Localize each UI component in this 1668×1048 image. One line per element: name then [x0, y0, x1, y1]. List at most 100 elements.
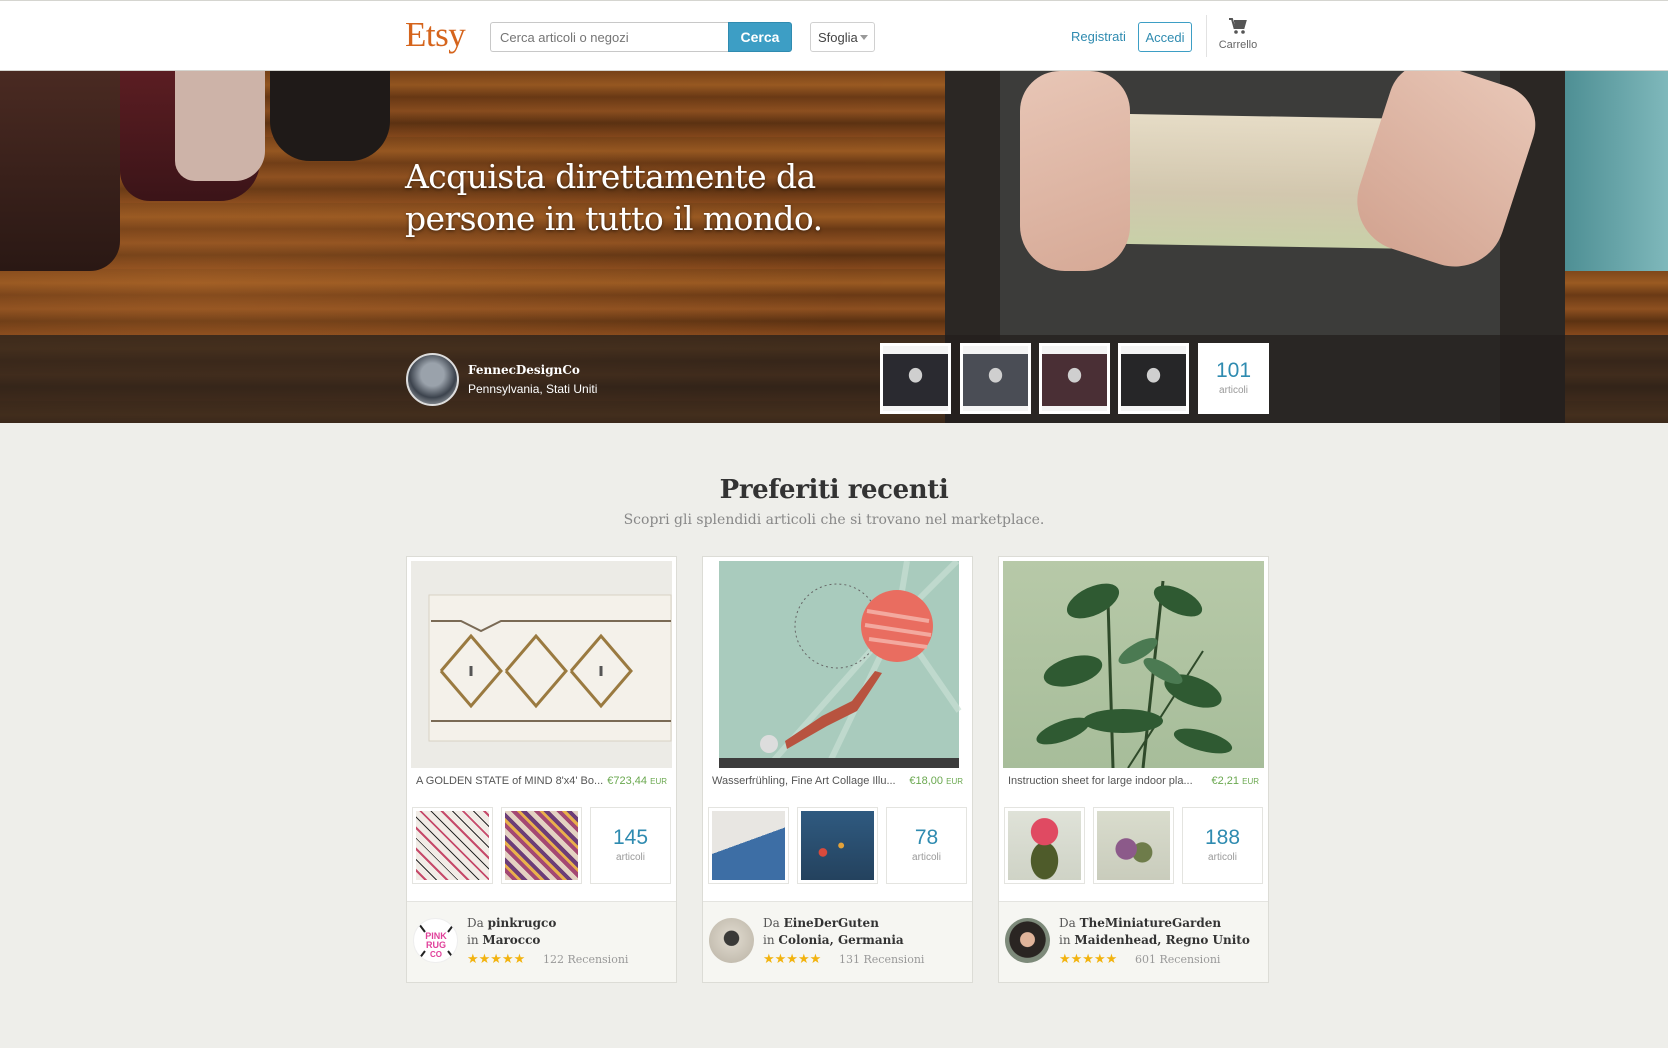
review-count[interactable]: 122 Recensioni — [543, 953, 628, 966]
shop-info: Da EineDerGuten in Colonia, Germania ★★★… — [703, 901, 972, 982]
price-value: €723,44 — [607, 775, 648, 787]
shop-name[interactable]: TheMiniatureGarden — [1080, 916, 1222, 930]
item-title[interactable]: Instruction sheet for large indoor pla..… — [1008, 775, 1196, 787]
header-divider — [1206, 15, 1207, 57]
star-rating-icon: ★★★★★ — [1059, 951, 1118, 966]
review-count[interactable]: 131 Recensioni — [839, 953, 924, 966]
shop-item-thumb[interactable] — [1004, 807, 1085, 884]
seller-location: Pennsylvania, Stati Uniti — [468, 382, 598, 396]
hero-fabric — [0, 71, 120, 271]
rug-thumb-image — [416, 811, 489, 880]
shop-item-count[interactable]: 78 articoli — [886, 807, 967, 884]
cart-icon — [1229, 18, 1247, 34]
browse-label: Sfoglia — [818, 29, 858, 45]
collage-thumb-image — [801, 811, 874, 880]
star-rating-icon: ★★★★★ — [467, 951, 526, 966]
hero-headline-line2: persone in tutto il mondo. — [405, 199, 823, 238]
item-price: €2,21 EUR — [1212, 775, 1259, 787]
by-prefix: Da — [467, 916, 484, 930]
hoodie-image — [1042, 346, 1107, 411]
shop-name-line: Da EineDerGuten — [763, 916, 879, 930]
favorite-card: Wasserfrühling, Fine Art Collage Illu...… — [702, 556, 973, 983]
hero-banner: Acquista direttamente da persone in tutt… — [0, 71, 1668, 423]
price-value: €2,21 — [1211, 775, 1240, 787]
hero-teal-object — [1565, 71, 1668, 271]
register-link[interactable]: Registrati — [1071, 29, 1126, 44]
shop-name-line: Da pinkrugco — [467, 916, 556, 930]
collage-image[interactable] — [707, 561, 968, 768]
price-currency: EUR — [650, 777, 667, 786]
by-prefix: Da — [1059, 916, 1076, 930]
rug-thumb-image — [505, 811, 578, 880]
shop-location: Marocco — [482, 933, 541, 947]
shop-avatar[interactable] — [1005, 918, 1050, 963]
shop-location-line: in Colonia, Germania — [763, 933, 904, 947]
shop-item-thumb[interactable] — [1093, 807, 1174, 884]
search-input[interactable] — [490, 22, 728, 52]
plant-image[interactable] — [1003, 561, 1264, 768]
search-button[interactable]: Cerca — [728, 22, 792, 52]
item-title[interactable]: Wasserfrühling, Fine Art Collage Illu... — [712, 775, 900, 787]
featured-item-thumb[interactable] — [1118, 343, 1189, 414]
tank-top-image — [963, 346, 1028, 411]
featured-item-thumb[interactable] — [1039, 343, 1110, 414]
item-price: €723,44 EUR — [607, 775, 667, 787]
shop-location-line: in Marocco — [467, 933, 540, 947]
shop-name[interactable]: pinkrugco — [488, 916, 557, 930]
succulent-thumb-image — [1097, 811, 1170, 880]
flower-pot-thumb-image — [1008, 811, 1081, 880]
section-subtitle: Scopri gli splendidi articoli che si tro… — [623, 512, 1045, 528]
star-rating-icon: ★★★★★ — [763, 951, 822, 966]
favorite-card: Instruction sheet for large indoor pla..… — [998, 556, 1269, 983]
login-button[interactable]: Accedi — [1138, 22, 1192, 52]
shop-name[interactable]: EineDerGuten — [784, 916, 879, 930]
item-price: €18,00 EUR — [909, 775, 963, 787]
item-title[interactable]: A GOLDEN STATE of MIND 8'x4' Bo... — [416, 775, 604, 787]
item-count-label: articoli — [1219, 385, 1248, 396]
item-count-number: 101 — [1215, 359, 1252, 382]
cart-label: Carrello — [1218, 39, 1258, 51]
featured-seller-bar — [0, 335, 1668, 423]
rug-image[interactable] — [411, 561, 672, 768]
hero-hand — [1020, 71, 1130, 271]
shop-location-line: in Maidenhead, Regno Unito — [1059, 933, 1250, 947]
seller-item-count[interactable]: 101 articoli — [1198, 343, 1269, 414]
caret-down-icon — [860, 35, 868, 40]
in-prefix: in — [1059, 933, 1071, 947]
review-count[interactable]: 601 Recensioni — [1135, 953, 1220, 966]
shop-item-thumb[interactable] — [708, 807, 789, 884]
favorite-card: A GOLDEN STATE of MIND 8'x4' Bo... €723,… — [406, 556, 677, 983]
shop-avatar[interactable]: PINK RUG CO — [413, 918, 458, 963]
site-header: Etsy Cerca Sfoglia Registrati Accedi Car… — [0, 0, 1668, 71]
browse-dropdown[interactable]: Sfoglia — [810, 22, 875, 52]
etsy-logo[interactable]: Etsy — [405, 15, 466, 55]
section-title: Preferiti recenti — [719, 475, 949, 505]
seller-name[interactable]: FennecDesignCo — [468, 363, 580, 377]
shop-item-thumb[interactable] — [501, 807, 582, 884]
shop-item-thumb[interactable] — [797, 807, 878, 884]
hero-fabric — [270, 71, 390, 161]
item-count-label: articoli — [1208, 852, 1237, 863]
shop-item-count[interactable]: 145 articoli — [590, 807, 671, 884]
by-prefix: Da — [763, 916, 780, 930]
hero-fabric — [175, 71, 265, 181]
shop-item-count[interactable]: 188 articoli — [1182, 807, 1263, 884]
featured-item-thumb[interactable] — [960, 343, 1031, 414]
price-currency: EUR — [946, 777, 963, 786]
shop-info: PINK RUG CO Da pinkrugco in Marocco ★★★★… — [407, 901, 676, 982]
item-count-label: articoli — [912, 852, 941, 863]
cart-button[interactable]: Carrello — [1212, 17, 1264, 51]
seller-avatar[interactable] — [406, 353, 459, 406]
tshirt-image — [883, 346, 948, 411]
price-value: €18,00 — [909, 775, 944, 787]
shop-location: Colonia, Germania — [778, 933, 904, 947]
shop-item-thumb[interactable] — [412, 807, 493, 884]
item-count-number: 145 — [612, 826, 649, 849]
tshirt-image — [1121, 346, 1186, 411]
item-count-number: 78 — [914, 826, 939, 849]
featured-item-thumb[interactable] — [880, 343, 951, 414]
in-prefix: in — [467, 933, 479, 947]
svg-text:CO: CO — [430, 950, 442, 959]
svg-text:RUG: RUG — [426, 940, 446, 950]
shop-avatar[interactable] — [709, 918, 754, 963]
